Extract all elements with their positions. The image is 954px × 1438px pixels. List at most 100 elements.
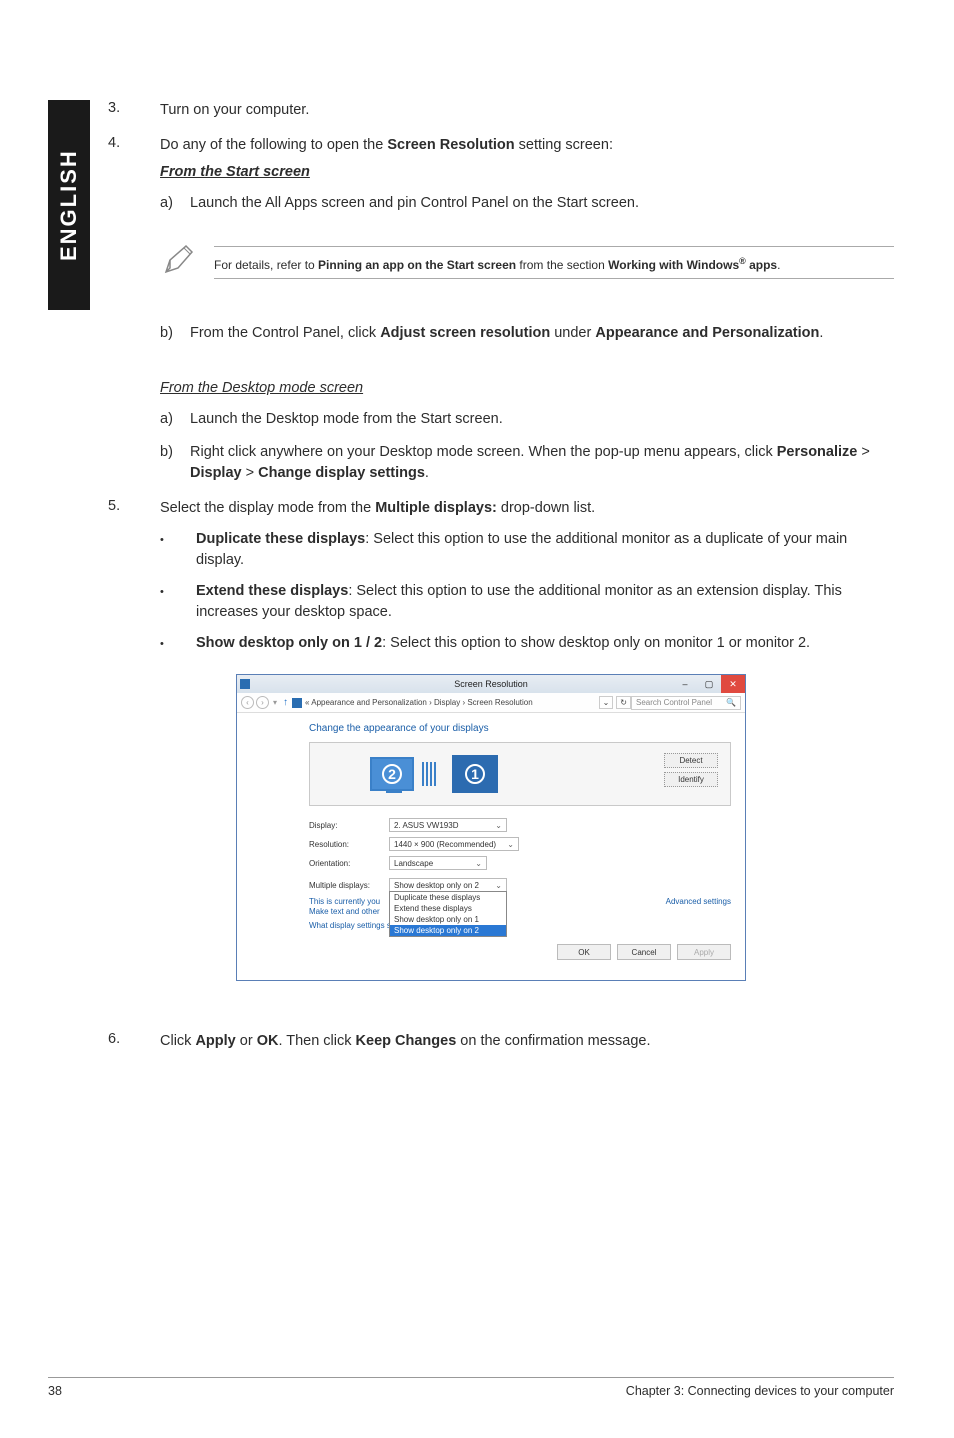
step-number: 5. — [108, 498, 160, 654]
bullet-marker: • — [160, 529, 196, 571]
path-dropdown[interactable]: ⌄ — [599, 696, 614, 709]
bold-text: Multiple displays: — [375, 500, 497, 516]
text: or — [236, 1033, 257, 1049]
monitor-1[interactable]: 1 — [452, 755, 498, 793]
alpha-marker: b) — [160, 323, 190, 344]
bold-text: Show desktop only on 1 / 2 — [196, 635, 382, 651]
history-dropdown-icon[interactable]: ▾ — [273, 698, 277, 707]
note-text: For details, refer to Pinning an app on … — [214, 255, 894, 274]
bold-text: Duplicate these displays — [196, 531, 365, 547]
bullet-show-only: • Show desktop only on 1 / 2: Select thi… — [160, 633, 894, 654]
step-4b: b) From the Control Panel, click Adjust … — [160, 323, 894, 344]
language-tab: ENGLISH — [48, 100, 90, 310]
text: > — [857, 444, 870, 460]
pencil-icon — [160, 242, 202, 282]
text: setting screen: — [515, 137, 613, 153]
bold-text: OK — [257, 1033, 279, 1049]
text: Right click anywhere on your Desktop mod… — [190, 444, 777, 460]
display-label: Display: — [309, 821, 389, 830]
control-panel-icon — [292, 698, 302, 708]
rule — [214, 246, 894, 247]
from-start-screen-heading: From the Start screen — [160, 162, 894, 183]
dropdown-option[interactable]: Extend these displays — [390, 903, 506, 914]
bold-text: Apply — [195, 1033, 235, 1049]
advanced-settings-link[interactable]: Advanced settings — [666, 897, 731, 906]
back-arrow-icon[interactable]: ‹ — [241, 696, 254, 709]
window-titlebar: Screen Resolution – ▢ ✕ — [237, 675, 745, 693]
page-footer: 38 Chapter 3: Connecting devices to your… — [48, 1377, 894, 1398]
alpha-text: Right click anywhere on your Desktop mod… — [190, 442, 894, 484]
select-value: Landscape — [394, 859, 433, 868]
bold-text: Screen Resolution — [387, 137, 514, 153]
dropdown-option[interactable]: Show desktop only on 1 — [390, 914, 506, 925]
dropdown-option-selected[interactable]: Show desktop only on 2 — [390, 925, 506, 936]
bullet-marker: • — [160, 581, 196, 623]
breadcrumb[interactable]: « Appearance and Personalization › Displ… — [305, 698, 596, 707]
text: Select the display mode from the — [160, 500, 375, 516]
apply-button[interactable]: Apply — [677, 944, 731, 960]
display-select[interactable]: 2. ASUS VW193D⌄ — [389, 818, 507, 832]
step-3: 3. Turn on your computer. — [108, 100, 894, 121]
step-text: Click Apply or OK. Then click Keep Chang… — [160, 1031, 894, 1052]
minimize-button[interactable]: – — [673, 675, 697, 693]
alpha-marker: b) — [160, 442, 190, 484]
text: . Then click — [278, 1033, 355, 1049]
screen-resolution-screenshot: Screen Resolution – ▢ ✕ ‹ › ▾ ↑ « Appear… — [236, 674, 746, 981]
maximize-button[interactable]: ▢ — [697, 675, 721, 693]
dropdown-option[interactable]: Duplicate these displays — [390, 892, 506, 903]
text: From the Control Panel, click — [190, 325, 380, 341]
text: For details, refer to — [214, 258, 318, 272]
display-arrangement-area[interactable]: 2 1 Detect Identify — [309, 742, 731, 806]
monitor-2[interactable]: 2 — [370, 757, 414, 791]
forward-arrow-icon[interactable]: › — [256, 696, 269, 709]
multidisplay-dropdown: Duplicate these displays Extend these di… — [389, 891, 507, 937]
multidisplay-select[interactable]: Show desktop only on 2⌄ — [389, 878, 507, 892]
page-number: 38 — [48, 1384, 62, 1398]
text: . — [819, 325, 823, 341]
select-value: Show desktop only on 2 — [394, 881, 479, 890]
alpha-marker: a) — [160, 409, 190, 430]
bullet-duplicate: • Duplicate these displays: Select this … — [160, 529, 894, 571]
alpha-text: Launch the Desktop mode from the Start s… — [190, 409, 894, 430]
step-number: 4. — [108, 135, 160, 214]
window-title: Screen Resolution — [454, 679, 528, 689]
ok-button[interactable]: OK — [557, 944, 611, 960]
select-value: 1440 × 900 (Recommended) — [394, 840, 496, 849]
app-icon — [240, 679, 250, 689]
text: > — [242, 465, 259, 481]
search-input[interactable]: Search Control Panel 🔍 — [631, 696, 741, 710]
step-4-intro: Do any of the following to open the Scre… — [160, 135, 894, 156]
superscript: ® — [739, 256, 746, 266]
up-arrow-icon[interactable]: ↑ — [283, 697, 288, 708]
step-4: 4. Do any of the following to open the S… — [108, 135, 894, 214]
detect-button[interactable]: Detect — [664, 753, 718, 768]
main-display-text: This is currently you — [309, 897, 380, 906]
search-icon: 🔍 — [726, 698, 736, 707]
monitor-number: 1 — [465, 764, 485, 784]
text: : Select this option to show desktop onl… — [382, 635, 810, 651]
resolution-label: Resolution: — [309, 840, 389, 849]
close-button[interactable]: ✕ — [721, 675, 745, 693]
chevron-down-icon: ⌄ — [475, 859, 482, 868]
bold-text: apps — [746, 258, 777, 272]
alpha-marker: a) — [160, 193, 190, 214]
orientation-select[interactable]: Landscape ⌄ — [389, 856, 487, 870]
text: under — [550, 325, 595, 341]
text: on the confirmation message. — [456, 1033, 650, 1049]
step-text: Turn on your computer. — [160, 100, 894, 121]
refresh-icon[interactable]: ↻ — [616, 696, 631, 709]
text: . — [777, 258, 780, 272]
nav-toolbar: ‹ › ▾ ↑ « Appearance and Personalization… — [237, 693, 745, 713]
resolution-select[interactable]: 1440 × 900 (Recommended)⌄ — [389, 837, 519, 851]
text: . — [425, 465, 429, 481]
step-4b-wrap: b) From the Control Panel, click Adjust … — [108, 315, 894, 484]
placeholder-text: Search Control Panel — [636, 698, 712, 707]
alpha-text: From the Control Panel, click Adjust scr… — [190, 323, 894, 344]
step-4-desk-a: a) Launch the Desktop mode from the Star… — [160, 409, 894, 430]
make-text-link[interactable]: Make text and other — [309, 907, 380, 916]
cancel-button[interactable]: Cancel — [617, 944, 671, 960]
info-note: For details, refer to Pinning an app on … — [160, 242, 894, 287]
multidisplay-label: Multiple displays: — [309, 881, 389, 890]
identify-button[interactable]: Identify — [664, 772, 718, 787]
bullet-marker: • — [160, 633, 196, 654]
